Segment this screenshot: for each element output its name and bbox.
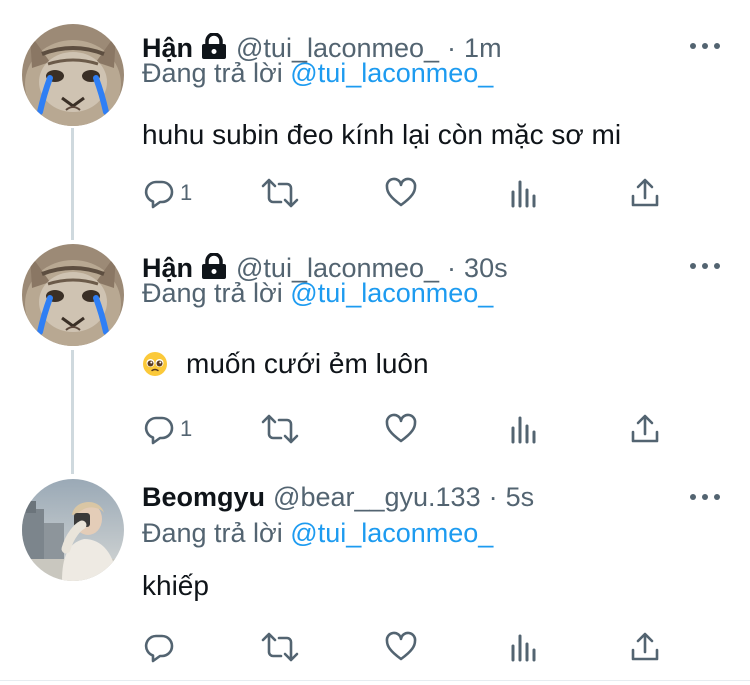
analytics-icon xyxy=(509,412,539,446)
like-icon xyxy=(384,412,418,446)
reply-icon xyxy=(142,412,176,446)
avatar[interactable] xyxy=(22,24,124,126)
like-button[interactable] xyxy=(384,175,418,211)
share-button[interactable] xyxy=(630,175,660,211)
replying-to: Đang trả lời @tui_laconmeo_ xyxy=(142,58,493,89)
share-button[interactable] xyxy=(630,629,660,665)
replying-to-mention[interactable]: @tui_laconmeo_ xyxy=(290,58,493,88)
retweet-icon xyxy=(260,630,300,664)
reply-icon xyxy=(142,630,176,664)
more-icon[interactable] xyxy=(690,487,720,507)
reply-count: 1 xyxy=(180,416,193,441)
like-icon xyxy=(384,630,418,664)
retweet-icon xyxy=(260,176,300,210)
avatar[interactable] xyxy=(22,244,124,346)
share-icon xyxy=(630,412,660,446)
display-name[interactable]: Beomgyu xyxy=(142,482,265,513)
cat-avatar-image xyxy=(22,24,124,126)
tweet-text: huhu subin đeo kính lại còn mặc sơ mi xyxy=(142,119,622,150)
pleading-face-emoji xyxy=(142,351,168,384)
tweet-text-container: muốn cưới ẻm luôn xyxy=(142,348,429,384)
replying-to-mention[interactable]: @tui_laconmeo_ xyxy=(290,518,493,548)
tweet-header: Beomgyu @bear__gyu.133 · 5s xyxy=(142,477,534,517)
analytics-icon xyxy=(509,630,539,664)
avatar[interactable] xyxy=(22,479,124,581)
more-icon[interactable] xyxy=(690,36,720,56)
analytics-icon xyxy=(509,176,539,210)
replying-to-label: Đang trả lời xyxy=(142,278,283,308)
reply-count: 1 xyxy=(180,180,193,205)
divider xyxy=(0,680,750,681)
reply-button[interactable] xyxy=(142,629,180,665)
tweet[interactable]: Beomgyu @bear__gyu.133 · 5s Đang trả lời… xyxy=(0,479,750,679)
replying-to-mention[interactable]: @tui_laconmeo_ xyxy=(290,278,493,308)
analytics-button[interactable] xyxy=(509,175,539,211)
person-avatar-image xyxy=(22,479,124,581)
tweet-text: khiếp xyxy=(142,570,209,601)
share-icon xyxy=(630,176,660,210)
replying-to: Đang trả lời @tui_laconmeo_ xyxy=(142,518,493,549)
reply-button[interactable]: 1 xyxy=(142,175,192,211)
tweet-actions: 1 xyxy=(142,411,662,447)
retweet-button[interactable] xyxy=(260,629,300,665)
like-button[interactable] xyxy=(384,629,418,665)
replying-to-label: Đang trả lời xyxy=(142,518,283,548)
tweet-actions xyxy=(142,629,662,665)
replying-to: Đang trả lời @tui_laconmeo_ xyxy=(142,278,493,309)
analytics-button[interactable] xyxy=(509,411,539,447)
more-icon[interactable] xyxy=(690,256,720,276)
tweet-actions: 1 xyxy=(142,175,662,211)
reply-button[interactable]: 1 xyxy=(142,411,192,447)
share-icon xyxy=(630,630,660,664)
like-button[interactable] xyxy=(384,411,418,447)
tweet[interactable]: Hận @tui_laconmeo_ · 1m Đang trả lời @tu… xyxy=(0,24,750,228)
timestamp[interactable]: 5s xyxy=(506,482,535,513)
cat-avatar-image xyxy=(22,244,124,346)
replying-to-label: Đang trả lời xyxy=(142,58,283,88)
retweet-button[interactable] xyxy=(260,175,300,211)
user-handle[interactable]: @bear__gyu.133 xyxy=(273,482,481,513)
tweet-text: muốn cưới ẻm luôn xyxy=(186,348,429,379)
analytics-button[interactable] xyxy=(509,629,539,665)
share-button[interactable] xyxy=(630,411,660,447)
tweet[interactable]: Hận @tui_laconmeo_ · 30s Đang trả lời @t… xyxy=(0,244,750,458)
like-icon xyxy=(384,176,418,210)
retweet-button[interactable] xyxy=(260,411,300,447)
reply-icon xyxy=(142,176,176,210)
retweet-icon xyxy=(260,412,300,446)
separator-dot: · xyxy=(488,481,498,512)
